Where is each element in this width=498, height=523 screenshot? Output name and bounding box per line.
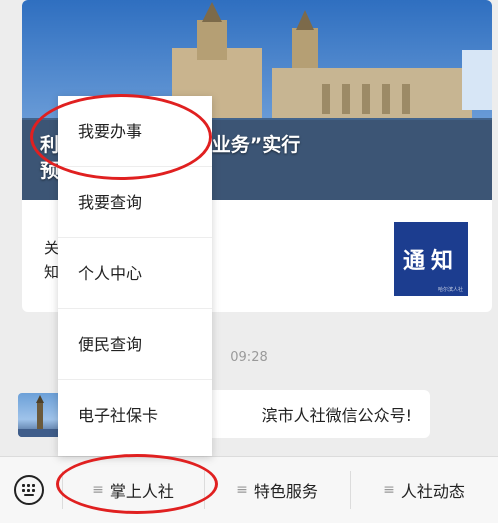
menu-button-dongtai[interactable]: ≡ 人社动态 bbox=[350, 457, 498, 523]
menu-button-label: 人社动态 bbox=[400, 482, 465, 501]
submenu-item-gerenzhongxin[interactable]: 个人中心 bbox=[58, 238, 212, 309]
thumbnail-text: 通知 bbox=[402, 249, 459, 274]
avatar-tower-icon bbox=[18, 395, 62, 437]
menu-lines-icon: ≡ bbox=[383, 482, 395, 498]
highlight-ring-menu-button bbox=[56, 454, 218, 514]
menu-lines-icon: ≡ bbox=[236, 482, 248, 498]
submenu-item-bianminchaxun[interactable]: 便民查询 bbox=[58, 309, 212, 380]
account-avatar[interactable] bbox=[18, 393, 62, 437]
keyboard-icon[interactable] bbox=[14, 475, 44, 505]
menu-button-tese[interactable]: ≡ 特色服务 bbox=[204, 457, 350, 523]
message-text: 滨市人社微信公众号! bbox=[261, 406, 412, 425]
menu-button-label: 特色服务 bbox=[253, 482, 318, 501]
highlight-ring-menu-item bbox=[30, 94, 212, 180]
thumbnail-caption: 哈尔滨人社 bbox=[437, 287, 463, 293]
submenu-item-dianzishebaoka[interactable]: 电子社保卡 bbox=[58, 380, 212, 451]
news-thumbnail: 通知 哈尔滨人社 bbox=[394, 222, 468, 296]
